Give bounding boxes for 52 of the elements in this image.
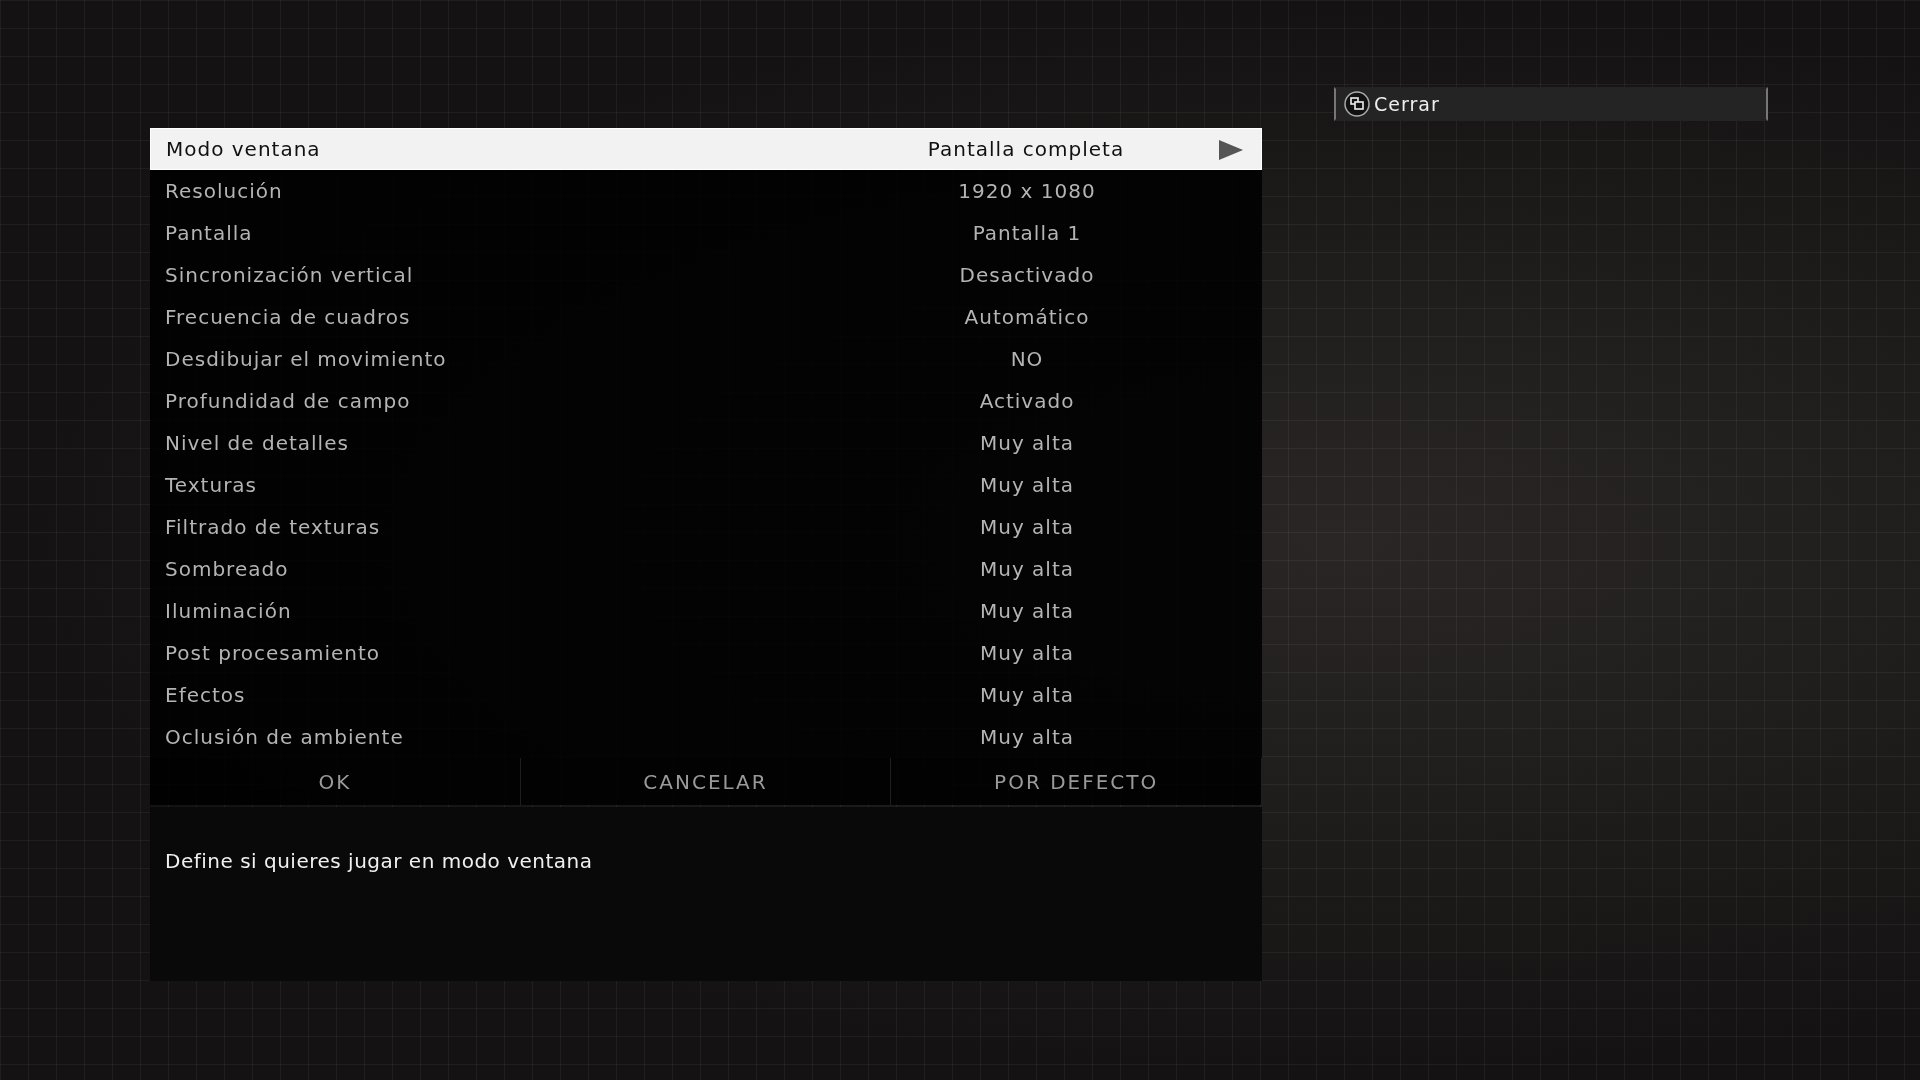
setting-value: Pantalla completa: [926, 137, 1126, 161]
setting-value: Muy alta: [978, 557, 1075, 581]
setting-label: Oclusión de ambiente: [165, 725, 405, 749]
setting-label: Sincronización vertical: [165, 263, 415, 287]
right-arrow-icon[interactable]: [1219, 140, 1243, 160]
settings-row[interactable]: Resolución 1920 x 1080: [150, 170, 1262, 212]
dialog-button[interactable]: CANCELAR: [520, 758, 892, 805]
settings-row[interactable]: Sincronización vertical Desactivado: [150, 254, 1262, 296]
settings-row[interactable]: Iluminación Muy alta: [150, 590, 1262, 632]
setting-label: Resolución: [165, 179, 284, 203]
setting-label: Efectos: [165, 683, 247, 707]
settings-row[interactable]: Pantalla Pantalla 1: [150, 212, 1262, 254]
setting-label: Modo ventana: [166, 137, 322, 161]
setting-label: Frecuencia de cuadros: [165, 305, 412, 329]
settings-row[interactable]: Sombreado Muy alta: [150, 548, 1262, 590]
setting-value: Automático: [963, 305, 1091, 329]
settings-row[interactable]: Modo ventana Pantalla completa: [150, 128, 1262, 170]
setting-label: Desdibujar el movimiento: [165, 347, 448, 371]
dialog-button[interactable]: OK: [150, 758, 521, 805]
setting-label: Profundidad de campo: [165, 389, 412, 413]
description-text: Define si quieres jugar en modo ventana: [165, 849, 594, 873]
settings-row[interactable]: Post procesamiento Muy alta: [150, 632, 1262, 674]
windows-icon: [1344, 91, 1370, 117]
setting-label: Nivel de detalles: [165, 431, 350, 455]
setting-label: Sombreado: [165, 557, 290, 581]
setting-label: Pantalla: [165, 221, 254, 245]
setting-label: Post procesamiento: [165, 641, 381, 665]
setting-value: Muy alta: [978, 431, 1075, 455]
setting-label: Iluminación: [165, 599, 293, 623]
setting-value: Muy alta: [978, 473, 1075, 497]
dialog-button[interactable]: POR DEFECTO: [891, 758, 1262, 805]
setting-value: Activado: [978, 389, 1076, 413]
settings-row[interactable]: Profundidad de campo Activado: [150, 380, 1262, 422]
setting-value: Pantalla 1: [971, 221, 1083, 245]
setting-value: Muy alta: [978, 515, 1075, 539]
settings-row[interactable]: Desdibujar el movimiento NO: [150, 338, 1262, 380]
settings-row[interactable]: Oclusión de ambiente Muy alta: [150, 716, 1262, 758]
settings-row[interactable]: Filtrado de texturas Muy alta: [150, 506, 1262, 548]
setting-label: Filtrado de texturas: [165, 515, 382, 539]
setting-value: NO: [1009, 347, 1045, 371]
settings-row[interactable]: Frecuencia de cuadros Automático: [150, 296, 1262, 338]
setting-value: Desactivado: [958, 263, 1096, 287]
setting-label: Texturas: [165, 473, 259, 497]
settings-row[interactable]: Nivel de detalles Muy alta: [150, 422, 1262, 464]
settings-row[interactable]: Texturas Muy alta: [150, 464, 1262, 506]
setting-value: Muy alta: [978, 599, 1075, 623]
setting-value: Muy alta: [978, 683, 1075, 707]
close-button[interactable]: Cerrar: [1334, 87, 1768, 121]
setting-value: Muy alta: [978, 641, 1075, 665]
setting-value: Muy alta: [978, 725, 1075, 749]
setting-value: 1920 x 1080: [957, 179, 1097, 203]
settings-row[interactable]: Efectos Muy alta: [150, 674, 1262, 716]
